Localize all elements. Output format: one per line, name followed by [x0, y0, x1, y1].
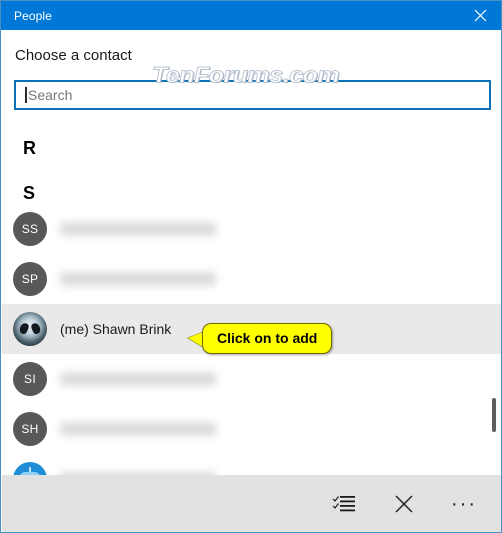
avatar-initials: SS: [21, 222, 39, 236]
close-icon: [394, 494, 414, 514]
list-item[interactable]: SH Redacted contact name: [2, 404, 501, 454]
list-item[interactable]: SS Redacted contact name: [2, 204, 501, 254]
scrollbar-thumb[interactable]: [492, 398, 496, 432]
list-item[interactable]: SI Redacted contact name: [2, 354, 501, 404]
window-title: People: [14, 8, 52, 23]
list-scrollbar[interactable]: [487, 120, 501, 475]
list-item[interactable]: SP Redacted contact name: [2, 254, 501, 304]
more-button[interactable]: ···: [434, 481, 494, 527]
list-item-label: (me) Shawn Brink: [60, 321, 172, 337]
search-input[interactable]: Search: [14, 80, 491, 110]
avatar: SH: [13, 412, 47, 446]
list-item-shawn-brink[interactable]: (me) Shawn Brink: [2, 304, 501, 354]
list-item[interactable]: Redacted contact name: [2, 454, 501, 475]
command-bar: ···: [2, 475, 501, 532]
group-header-s: S: [23, 183, 36, 203]
avatar-initials: SP: [21, 272, 39, 286]
list-item-label: Redacted contact name: [60, 272, 216, 286]
avatar-photo-robot-icon: [13, 462, 47, 475]
window-close-button[interactable]: [457, 1, 501, 30]
contact-list[interactable]: R S SS Redacted contact name SP Redacted…: [2, 120, 501, 475]
people-dialog-window: People Choose a contact Search R S SS SP…: [0, 0, 502, 533]
group-header-r: R: [23, 138, 36, 158]
list-item-label: Redacted contact name: [60, 372, 216, 386]
avatar: SP: [13, 262, 47, 296]
avatar-photo-alien-icon: [13, 312, 47, 346]
close-button[interactable]: [374, 481, 434, 527]
dialog-content: Choose a contact Search R S SS Redacted …: [2, 30, 501, 532]
search-placeholder: Search: [28, 87, 73, 103]
list-item-label: Redacted contact name: [60, 422, 216, 436]
list-item-label: Redacted contact name: [60, 222, 216, 236]
close-icon: [474, 9, 487, 22]
select-all-button[interactable]: [314, 481, 374, 527]
avatar-initials: SH: [21, 422, 39, 436]
title-bar: People: [1, 1, 501, 30]
avatar: SS: [13, 212, 47, 246]
page-title: Choose a contact: [15, 47, 132, 64]
text-caret: [25, 87, 27, 103]
more-icon: ···: [451, 493, 477, 515]
avatar: SI: [13, 362, 47, 396]
avatar-initials: SI: [24, 372, 36, 386]
checklist-icon: [332, 494, 356, 514]
